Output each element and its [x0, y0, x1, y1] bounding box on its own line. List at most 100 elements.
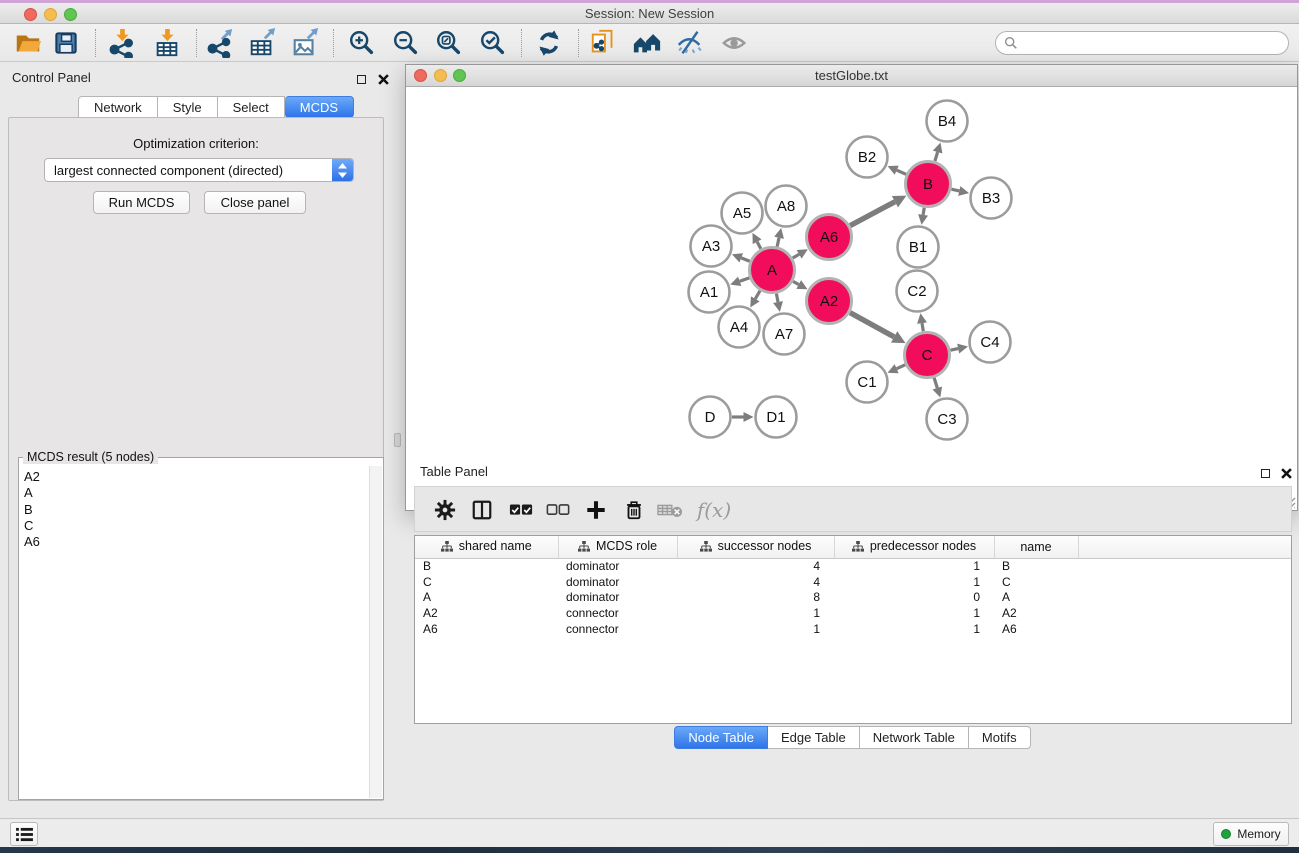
graph-edge[interactable] — [922, 323, 923, 331]
show-column-panel-button[interactable] — [467, 497, 497, 523]
deselect-all-rows-button[interactable] — [543, 497, 573, 523]
table-cell[interactable]: A2 — [994, 605, 1078, 621]
export-network-button[interactable] — [203, 27, 237, 59]
unchecked-boxes-icon — [546, 503, 570, 517]
table-row[interactable]: A2connector11A2 — [415, 605, 1292, 621]
toolbar-separator — [333, 29, 334, 57]
graph-edge[interactable] — [793, 254, 799, 258]
add-column-button[interactable] — [581, 497, 611, 523]
graph-edge[interactable] — [793, 281, 799, 284]
select-all-rows-button[interactable] — [506, 497, 536, 523]
table-cell[interactable]: 1 — [834, 558, 994, 574]
table-cell[interactable]: C — [994, 574, 1078, 590]
splitter-handle-vertical[interactable] — [394, 433, 401, 447]
eye-icon — [720, 28, 750, 58]
zoom-fit-button[interactable] — [432, 27, 466, 59]
import-table-button[interactable] — [150, 27, 184, 59]
table-cell[interactable]: 1 — [677, 605, 834, 621]
graph-edge[interactable] — [777, 238, 779, 247]
graph-node-label: A3 — [702, 238, 720, 255]
table-cell[interactable]: A2 — [415, 605, 558, 621]
table-cell[interactable]: connector — [558, 621, 677, 637]
table-cell[interactable]: 0 — [834, 589, 994, 605]
network-canvas[interactable]: B4B2BB3A5A8A6A3B1AA1C2A2A4A7C4CC1C3DD1 — [406, 87, 1297, 510]
memory-button[interactable]: Memory — [1213, 822, 1289, 846]
tab-network-table[interactable]: Network Table — [860, 726, 969, 749]
refresh-layout-button[interactable] — [532, 27, 566, 59]
table-cell[interactable]: connector — [558, 605, 677, 621]
table-row[interactable]: Bdominator41B — [415, 558, 1292, 574]
export-table-button[interactable] — [245, 27, 279, 59]
column-header-predecessor-nodes[interactable]: predecessor nodes — [834, 536, 994, 558]
table-cell[interactable]: 1 — [834, 621, 994, 637]
save-session-button[interactable] — [49, 27, 83, 59]
table-row[interactable]: Cdominator41C — [415, 574, 1292, 590]
graph-edge[interactable] — [850, 202, 895, 226]
table-row[interactable]: Adominator80A — [415, 589, 1292, 605]
column-header-filler — [1078, 536, 1292, 558]
graph-edge[interactable] — [923, 208, 924, 215]
table-settings-button[interactable] — [430, 497, 460, 523]
graph-edge[interactable] — [935, 152, 938, 161]
delete-rows-button[interactable] — [619, 497, 649, 523]
graph-node-label: A2 — [820, 293, 838, 310]
apply-function-button[interactable]: f(x) — [693, 497, 735, 523]
table-cell[interactable]: 1 — [677, 621, 834, 637]
column-header-name[interactable]: name — [994, 536, 1078, 558]
toolbar-separator — [578, 29, 579, 57]
tab-motifs[interactable]: Motifs — [969, 726, 1031, 749]
table-cell[interactable]: C — [415, 574, 558, 590]
graph-edge[interactable] — [934, 378, 937, 388]
graph-edge[interactable] — [740, 278, 750, 281]
table-cell[interactable]: 4 — [677, 558, 834, 574]
checked-boxes-icon — [509, 503, 533, 517]
graph-edge[interactable] — [897, 170, 906, 174]
hide-selected-button[interactable] — [673, 27, 707, 59]
function-icon: f(x) — [697, 498, 731, 522]
table-cell[interactable]: A — [994, 589, 1078, 605]
open-file-button[interactable] — [11, 27, 45, 59]
table-cell[interactable]: 4 — [677, 574, 834, 590]
table-cell[interactable]: dominator — [558, 574, 677, 590]
export-image-button[interactable] — [288, 27, 322, 59]
table-row[interactable]: A6connector11A6 — [415, 621, 1292, 637]
graph-edge[interactable] — [757, 242, 761, 249]
table-cell[interactable]: 1 — [834, 574, 994, 590]
tab-edge-table[interactable]: Edge Table — [768, 726, 860, 749]
column-header-shared-name[interactable]: shared name — [415, 536, 558, 558]
table-cell[interactable]: B — [994, 558, 1078, 574]
graph-edge[interactable] — [776, 294, 778, 302]
panel-menu-button[interactable] — [10, 822, 38, 846]
import-network-button[interactable] — [105, 27, 139, 59]
delete-column-button[interactable] — [655, 497, 685, 523]
zoom-out-button[interactable] — [389, 27, 423, 59]
table-panel-float-button[interactable] — [1256, 465, 1274, 481]
table-panel-close-button[interactable] — [1277, 465, 1295, 481]
graph-edge[interactable] — [755, 291, 760, 299]
graph-edge[interactable] — [850, 313, 894, 337]
table-cell[interactable]: A6 — [994, 621, 1078, 637]
column-header-mcds-role[interactable]: MCDS role — [558, 536, 677, 558]
table-cell[interactable]: A6 — [415, 621, 558, 637]
show-home-networks-button[interactable] — [630, 27, 664, 59]
table-cell[interactable]: B — [415, 558, 558, 574]
zoom-in-icon — [347, 28, 377, 58]
zoom-in-button[interactable] — [345, 27, 379, 59]
graph-edge[interactable] — [897, 365, 905, 369]
table-cell[interactable]: dominator — [558, 589, 677, 605]
table-cell[interactable]: A — [415, 589, 558, 605]
show-selected-button[interactable] — [718, 27, 752, 59]
table-cell[interactable]: 1 — [834, 605, 994, 621]
edge-arrowhead-icon — [957, 344, 968, 354]
graph-edge[interactable] — [741, 258, 749, 261]
zoom-selected-button[interactable] — [476, 27, 510, 59]
tab-node-table[interactable]: Node Table — [674, 726, 768, 749]
graph-edge[interactable] — [951, 349, 959, 351]
table-cell[interactable]: 8 — [677, 589, 834, 605]
table-cell[interactable]: dominator — [558, 558, 677, 574]
graph-edge[interactable] — [951, 189, 959, 191]
column-header-successor-nodes[interactable]: successor nodes — [677, 536, 834, 558]
app-titlebar: Session: New Session — [0, 3, 1299, 24]
search-input[interactable] — [1018, 33, 1288, 53]
clone-network-button[interactable] — [587, 27, 621, 59]
